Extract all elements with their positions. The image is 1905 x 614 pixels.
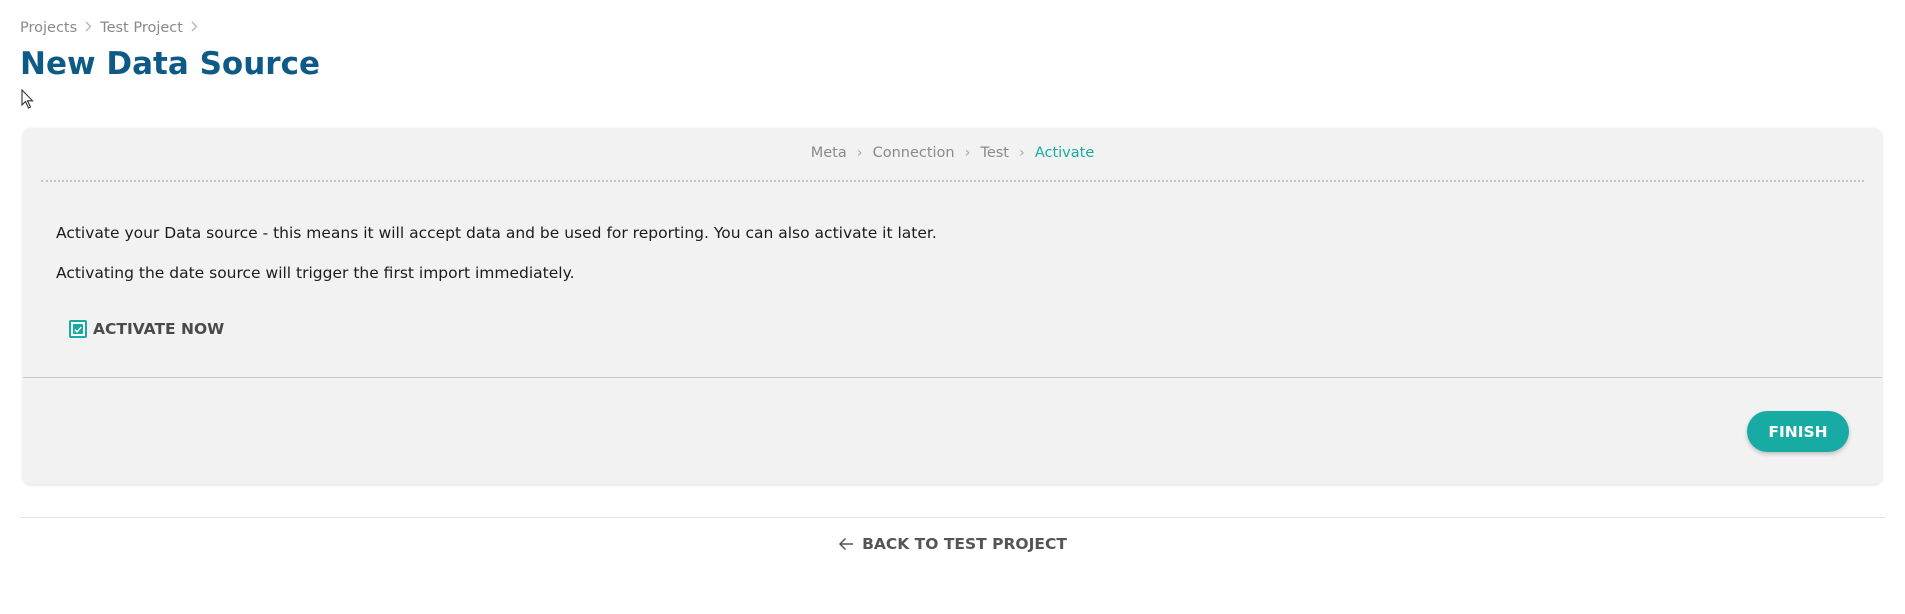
finish-button[interactable]: FINISH bbox=[1747, 411, 1849, 452]
page-divider bbox=[20, 517, 1885, 518]
activate-description: Activate your Data source - this means i… bbox=[56, 224, 937, 242]
breadcrumb-item-test-project[interactable]: Test Project bbox=[100, 20, 183, 36]
checkmark-icon bbox=[73, 324, 83, 334]
breadcrumb: Projects Test Project bbox=[20, 20, 206, 36]
chevron-right-icon bbox=[191, 20, 198, 36]
step-separator: › bbox=[964, 145, 971, 161]
step-test: Test bbox=[980, 145, 1009, 161]
card-footer-divider bbox=[23, 377, 1882, 378]
arrow-left-icon bbox=[838, 537, 854, 551]
steps-divider bbox=[41, 180, 1864, 182]
checkbox-box[interactable] bbox=[69, 320, 87, 338]
step-separator: › bbox=[1019, 145, 1025, 161]
back-link-label[interactable]: BACK TO TEST PROJECT bbox=[862, 535, 1067, 553]
breadcrumb-item-projects[interactable]: Projects bbox=[20, 20, 77, 36]
chevron-right-icon bbox=[85, 20, 92, 36]
activate-now-checkbox[interactable]: ACTIVATE NOW bbox=[69, 320, 224, 338]
step-meta: Meta bbox=[810, 145, 847, 161]
back-to-project-link[interactable]: BACK TO TEST PROJECT bbox=[0, 535, 1905, 553]
step-activate: Activate bbox=[1034, 145, 1095, 161]
mouse-cursor-icon bbox=[21, 88, 35, 114]
data-source-wizard-card: Meta › Connection › Test › Activate Acti… bbox=[23, 128, 1882, 484]
step-separator: › bbox=[856, 145, 863, 161]
import-notice: Activating the date source will trigger … bbox=[56, 264, 575, 282]
activate-now-label[interactable]: ACTIVATE NOW bbox=[93, 320, 224, 338]
step-connection: Connection bbox=[872, 145, 955, 161]
page-title: New Data Source bbox=[20, 46, 320, 82]
wizard-steps: Meta › Connection › Test › Activate bbox=[23, 145, 1882, 161]
